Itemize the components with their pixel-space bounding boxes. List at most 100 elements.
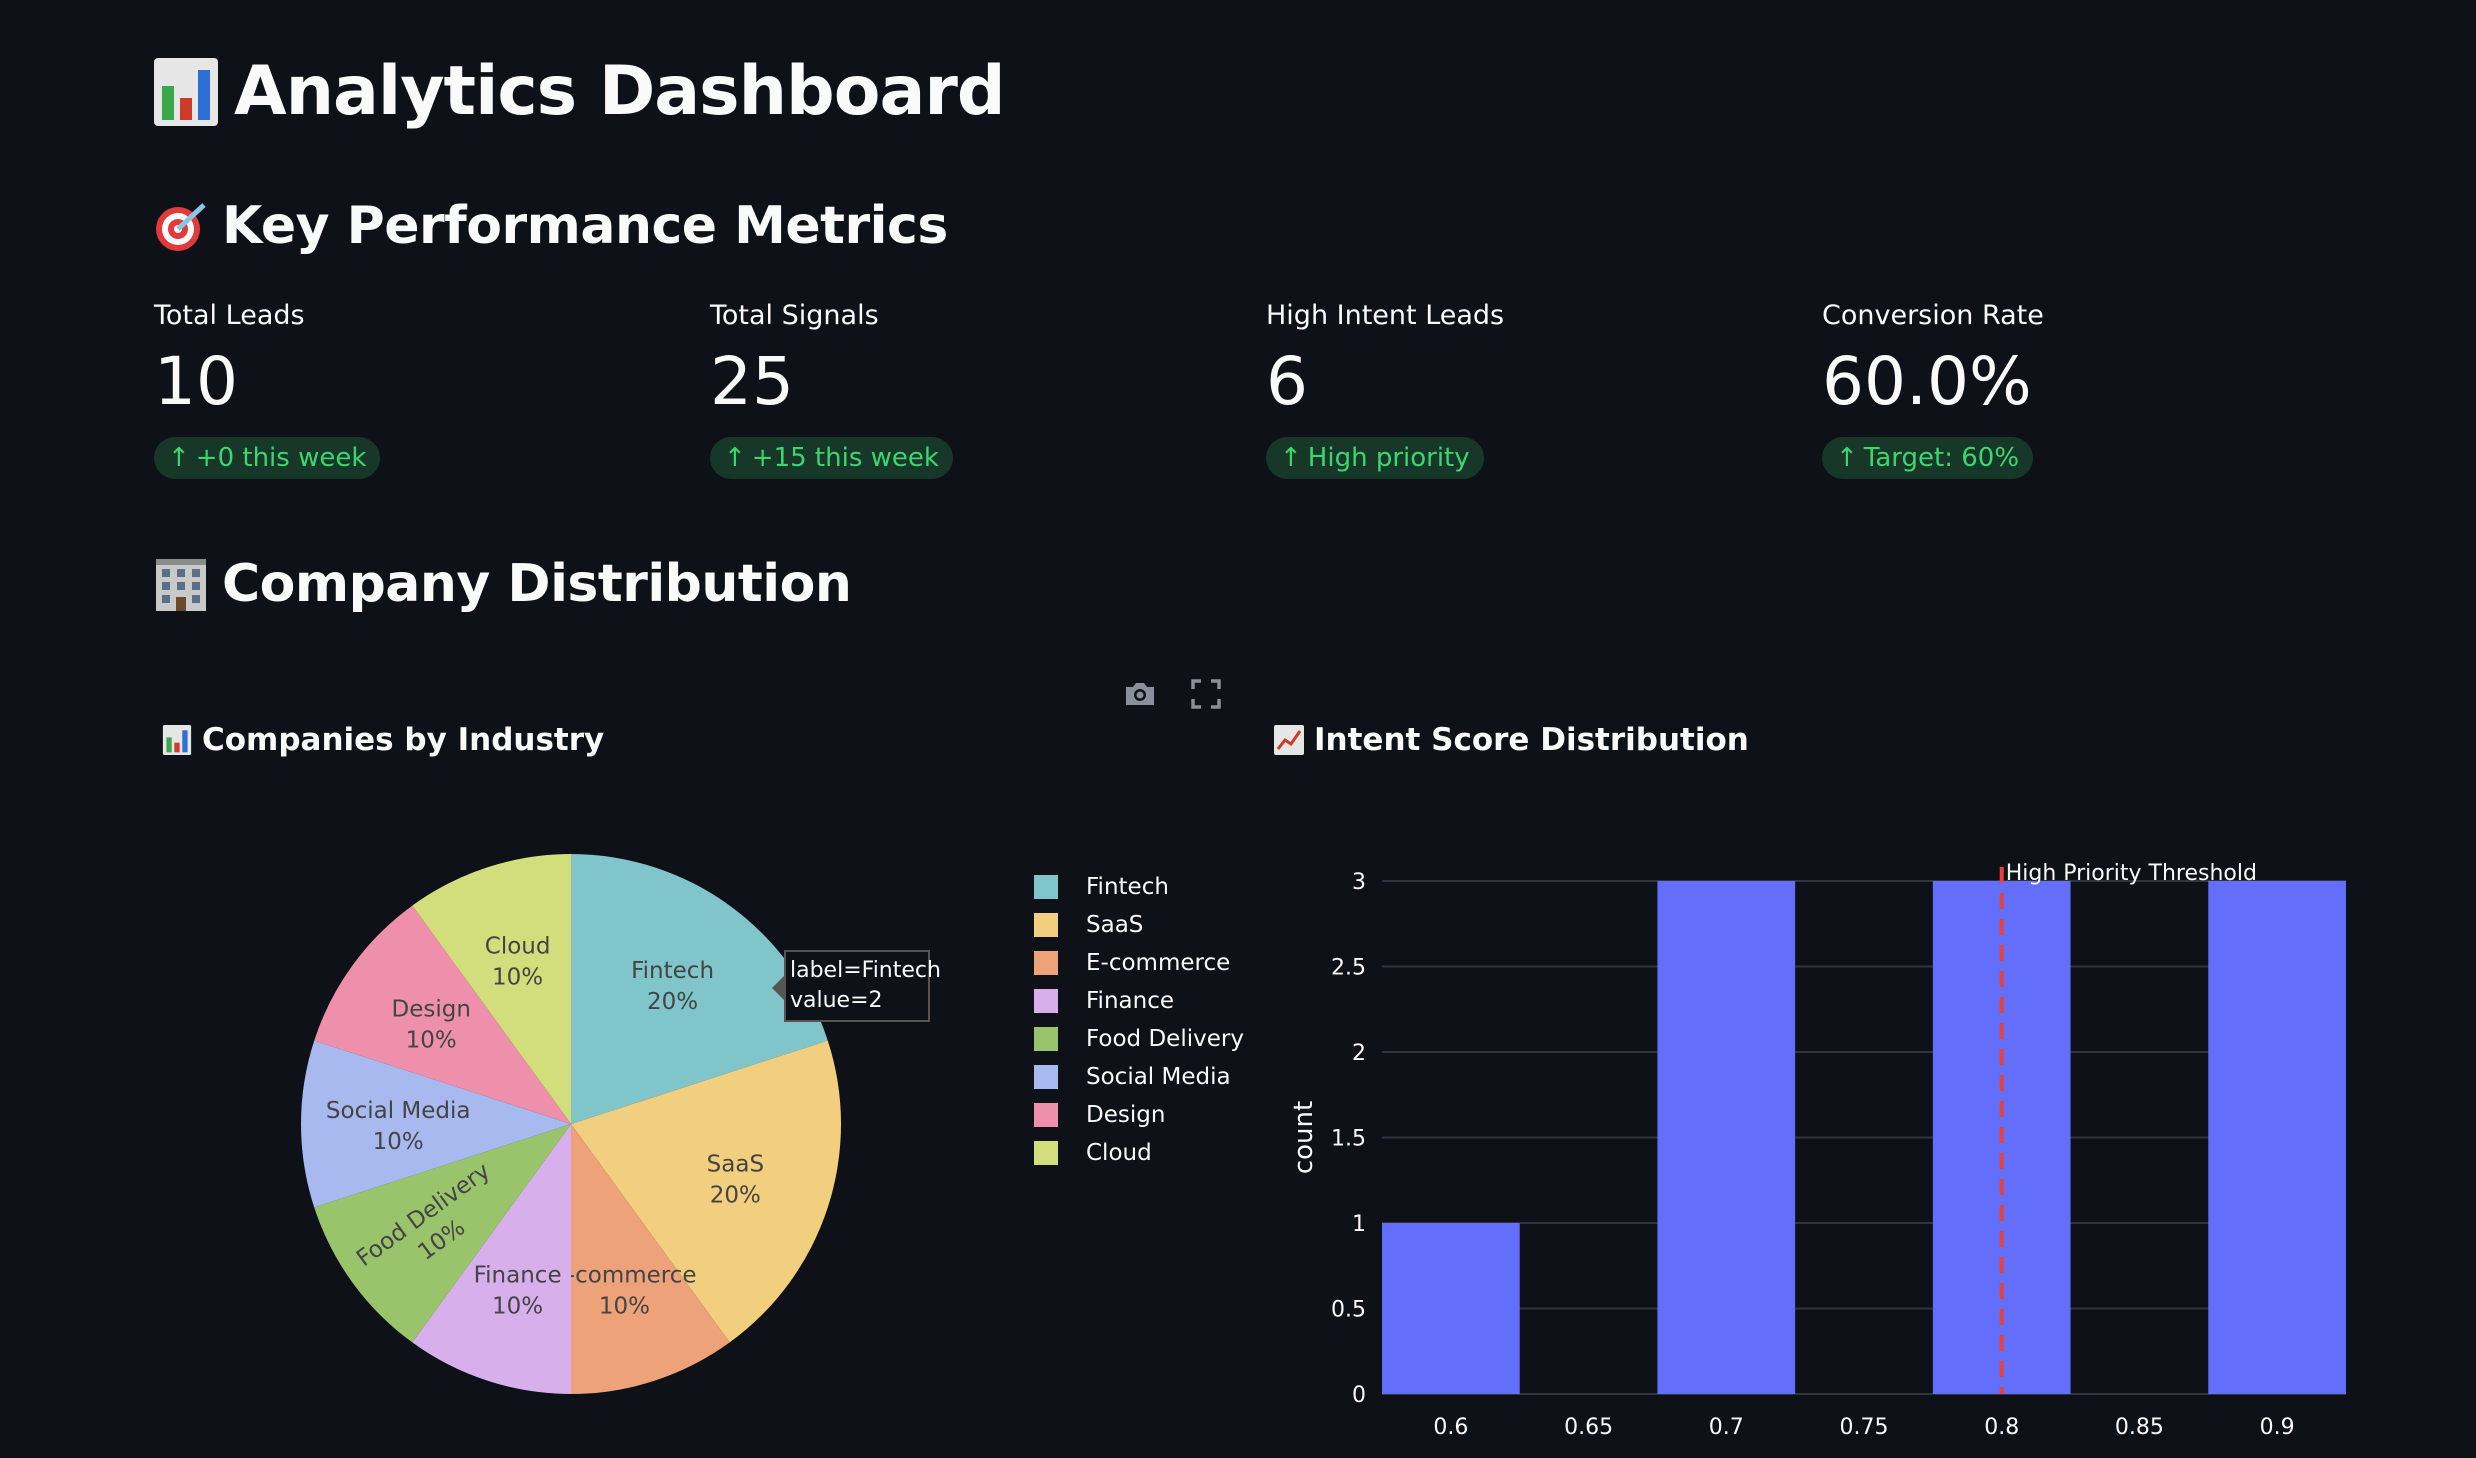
metric-value: 25 — [710, 343, 794, 420]
office-building-icon — [156, 559, 206, 611]
legend-item-cloud[interactable]: Cloud — [1034, 1134, 1244, 1172]
arrow-up-icon: ↑ — [1280, 443, 1302, 473]
tooltip-label: label=Fintech — [790, 958, 941, 983]
y-tick-label: 0 — [1352, 1383, 1366, 1408]
metric-label: Conversion Rate — [1822, 300, 2044, 331]
hist-chart-title-text: Intent Score Distribution — [1314, 722, 1749, 758]
pie-slice-label: Fintech — [631, 958, 714, 984]
fullscreen-icon[interactable] — [1188, 676, 1224, 712]
metric-delta-text: +15 this week — [751, 443, 939, 473]
legend-label: Design — [1086, 1102, 1166, 1128]
metric-delta-badge: ↑ High priority — [1266, 437, 1484, 479]
y-tick-label: 2.5 — [1331, 956, 1366, 981]
histogram-chart[interactable]: 0 0.5 1 1.5 2 2.5 3 0.6 0.65 0.7 0.75 0.8 0.85 0.9 Hig… — [1260, 850, 2360, 1450]
legend-item-fintech[interactable]: Fintech — [1034, 868, 1244, 906]
pie-slice-percent: 10% — [492, 965, 543, 991]
legend-swatch — [1034, 913, 1058, 937]
x-tick-label: 0.65 — [1564, 1415, 1613, 1440]
pie-slice-percent: 10% — [406, 1027, 457, 1053]
histogram-bar[interactable] — [2208, 881, 2346, 1394]
metric-total-leads: Total Leads 10 ↑ +0 this week — [154, 300, 654, 479]
pie-slice-percent: 10% — [492, 1293, 543, 1319]
legend-label: E-commerce — [1086, 950, 1231, 976]
legend-label: Finance — [1086, 988, 1174, 1014]
histogram-bar[interactable] — [1657, 881, 1796, 1394]
y-tick-label: 1 — [1352, 1212, 1366, 1237]
legend-item-finance[interactable]: Finance — [1034, 982, 1244, 1020]
pie-slice-label: Finance — [474, 1262, 562, 1288]
legend-label: Social Media — [1086, 1064, 1231, 1090]
legend-label: Cloud — [1086, 1140, 1152, 1166]
metric-delta-badge: ↑ Target: 60% — [1822, 437, 2034, 479]
metric-delta-badge: ↑ +0 this week — [154, 437, 381, 479]
pie-chart[interactable]: Fintech 20% SaaS 20% E-commerce 10% Finance 10%… — [280, 834, 880, 1434]
y-tick-label: 2 — [1352, 1041, 1366, 1066]
company-section-title: Company Distribution — [222, 554, 852, 614]
legend-swatch — [1034, 951, 1058, 975]
legend-swatch — [1034, 875, 1058, 899]
line-chart-icon — [1274, 725, 1304, 755]
kpi-section-title: Key Performance Metrics — [222, 196, 948, 256]
x-tick-label: 0.6 — [1433, 1415, 1468, 1440]
metric-total-signals: Total Signals 25 ↑ +15 this week — [710, 300, 1210, 479]
hist-chart-title: Intent Score Distribution — [1274, 722, 1749, 758]
pie-slice-percent: 10% — [373, 1129, 424, 1155]
x-tick-label: 0.9 — [2260, 1415, 2295, 1440]
x-tick-label: 0.8 — [1984, 1415, 2019, 1440]
kpi-section-heading: Key Performance Metrics — [154, 196, 948, 256]
legend-label: SaaS — [1086, 912, 1144, 938]
x-tick-label: 0.75 — [1840, 1415, 1889, 1440]
metric-high-intent-leads: High Intent Leads 6 ↑ High priority — [1266, 300, 1766, 479]
arrow-up-icon: ↑ — [168, 443, 190, 473]
legend-item-saas[interactable]: SaaS — [1034, 906, 1244, 944]
metric-value: 10 — [154, 343, 238, 420]
arrow-up-icon: ↑ — [1836, 443, 1858, 473]
bar-chart-icon — [154, 57, 218, 126]
pie-slice-label: E-commerce — [552, 1262, 696, 1288]
legend-swatch — [1034, 1027, 1058, 1051]
x-tick-label: 0.85 — [2115, 1415, 2164, 1440]
legend-swatch — [1034, 1141, 1058, 1165]
metric-delta-text: High priority — [1307, 443, 1470, 473]
pie-slice-percent: 20% — [647, 989, 698, 1015]
tooltip-arrow — [772, 976, 784, 1000]
y-axis-label: count — [1289, 1101, 1319, 1174]
pie-chart-title-text: Companies by Industry — [202, 722, 605, 758]
legend-swatch — [1034, 1103, 1058, 1127]
metric-label: Total Leads — [154, 300, 305, 331]
histogram-bar[interactable] — [1382, 1223, 1520, 1394]
pie-slice-percent: 10% — [599, 1293, 650, 1319]
legend-label: Food Delivery — [1086, 1026, 1244, 1052]
threshold-label: High Priority Threshold — [2006, 861, 2257, 886]
company-section-heading: Company Distribution — [154, 554, 852, 614]
page-title-text: Analytics Dashboard — [234, 52, 1006, 131]
metric-delta-badge: ↑ +15 this week — [710, 437, 953, 479]
arrow-up-icon: ↑ — [724, 443, 746, 473]
tooltip-value: value=2 — [790, 988, 883, 1013]
metric-value: 60.0% — [1822, 343, 2032, 420]
y-tick-label: 1.5 — [1331, 1127, 1366, 1152]
metric-conversion-rate: Conversion Rate 60.0% ↑ Target: 60% — [1822, 300, 2322, 479]
metric-delta-text: Target: 60% — [1863, 443, 2020, 473]
chart-toolbar — [1122, 676, 1224, 712]
legend-item-design[interactable]: Design — [1034, 1096, 1244, 1134]
pie-slice-label: Cloud — [485, 934, 551, 960]
page-title: Analytics Dashboard — [154, 52, 1006, 131]
legend-item-food-delivery[interactable]: Food Delivery — [1034, 1020, 1244, 1058]
pie-slice-label: SaaS — [707, 1151, 764, 1177]
metric-delta-text: +0 this week — [195, 443, 367, 473]
y-tick-label: 3 — [1352, 870, 1366, 895]
legend-item-e-commerce[interactable]: E-commerce — [1034, 944, 1244, 982]
camera-icon[interactable] — [1122, 676, 1158, 712]
metric-value: 6 — [1266, 343, 1308, 420]
metric-label: High Intent Leads — [1266, 300, 1505, 331]
pie-slice-label: Design — [391, 996, 470, 1022]
legend-swatch — [1034, 1065, 1058, 1089]
legend-item-social-media[interactable]: Social Media — [1034, 1058, 1244, 1096]
target-icon — [156, 203, 206, 251]
y-tick-label: 0.5 — [1331, 1298, 1366, 1323]
x-tick-label: 0.7 — [1709, 1415, 1744, 1440]
legend-swatch — [1034, 989, 1058, 1013]
bar-chart-icon — [162, 725, 192, 755]
pie-slice-label: Social Media — [326, 1098, 471, 1124]
